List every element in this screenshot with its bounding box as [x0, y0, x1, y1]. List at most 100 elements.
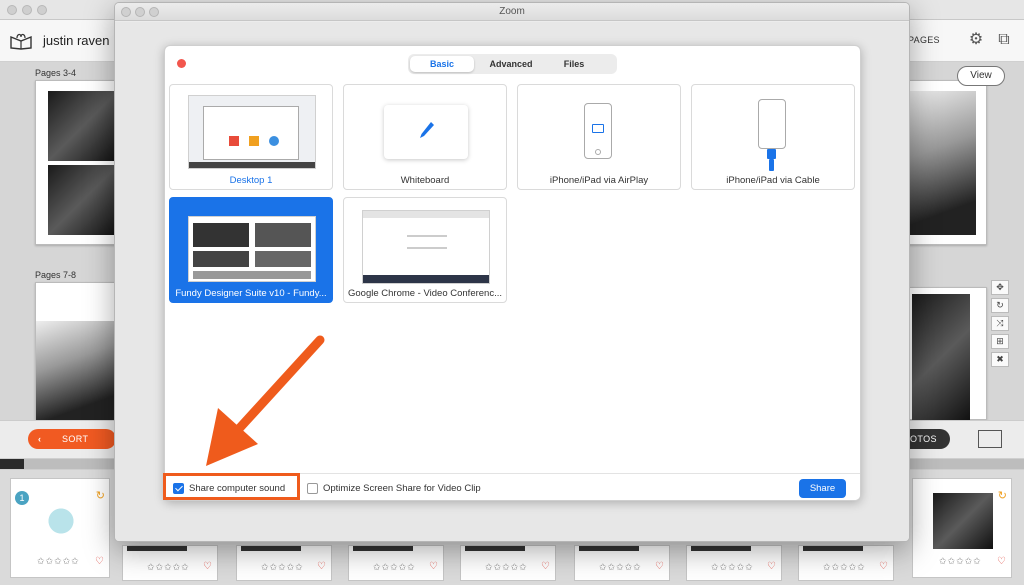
app-username: justin raven [43, 33, 110, 48]
heart-icon[interactable]: ♡ [541, 561, 550, 572]
tile-label: Fundy Designer Suite v10 - Fundy... [175, 288, 327, 299]
optimize-video-checkbox[interactable] [307, 483, 318, 494]
optimize-video-label[interactable]: Optimize Screen Share for Video Clip [323, 483, 481, 494]
preview-toolbar [363, 211, 489, 218]
share-tile-desktop[interactable]: Desktop 1 [169, 84, 333, 190]
small-film-card[interactable]: ✩✩✩✩✩ ♡ [686, 545, 782, 581]
heart-icon[interactable]: ♡ [95, 556, 104, 567]
tab-advanced[interactable]: Advanced [478, 56, 544, 72]
phone-icon [758, 99, 786, 149]
preview-strip [193, 271, 311, 279]
highlight-box [163, 473, 300, 500]
rotate-icon[interactable]: ↻ [991, 298, 1009, 313]
small-film-card[interactable]: ✩✩✩✩✩ ♡ [574, 545, 670, 581]
rating-stars[interactable]: ✩✩✩✩✩ [823, 562, 866, 573]
shuffle-icon[interactable]: ⤨ [991, 316, 1009, 331]
film-strip-photo [579, 546, 639, 551]
grid-icon[interactable]: ⊞ [991, 334, 1009, 349]
delete-icon[interactable]: ✖ [991, 352, 1009, 367]
share-tile-cable[interactable]: iPhone/iPad via Cable [691, 84, 855, 190]
sort-button[interactable]: ‹ SORT [28, 429, 116, 449]
app-zoom-button[interactable] [37, 5, 47, 15]
heart-icon[interactable]: ♡ [655, 561, 664, 572]
film-card[interactable]: 1 ↻ ✩✩✩✩✩ ♡ [10, 478, 110, 578]
zoom-titlebar: Zoom [115, 3, 909, 21]
heart-icon[interactable]: ♡ [317, 561, 326, 572]
sync-icon: ↻ [997, 490, 1007, 502]
rating-stars[interactable]: ✩✩✩✩✩ [147, 562, 190, 573]
sort-label: SORT [62, 434, 89, 444]
share-tile-fundy[interactable]: Fundy Designer Suite v10 - Fundy... [169, 197, 333, 303]
share-screen-dialog: Basic Advanced Files Desktop 1 Whiteboar… [164, 45, 861, 501]
heart-icon[interactable]: ♡ [767, 561, 776, 572]
rating-stars[interactable]: ✩✩✩✩✩ [711, 562, 754, 573]
move-icon[interactable]: ✥ [991, 280, 1009, 295]
spread-thumbnail-1-right[interactable] [905, 80, 987, 245]
film-strip-photo [691, 546, 751, 551]
preview-window [203, 106, 299, 160]
settings-gear-icon[interactable]: ⚙ [966, 30, 986, 50]
photo [48, 165, 118, 235]
cable-icon [769, 159, 774, 171]
small-film-card[interactable]: ✩✩✩✩✩ ♡ [122, 545, 218, 581]
heart-icon[interactable]: ♡ [429, 561, 438, 572]
tile-label: Google Chrome - Video Conferenc... [347, 288, 503, 299]
app-close-button[interactable] [7, 5, 17, 15]
tile-label: Desktop 1 [229, 175, 273, 186]
preview-text [407, 235, 447, 249]
film-number-badge: 1 [15, 491, 29, 505]
rating-stars[interactable]: ✩✩✩✩✩ [485, 562, 528, 573]
film-card[interactable]: ↻ ✩✩✩✩✩ ♡ [912, 478, 1012, 578]
preview-photo [193, 223, 249, 247]
view-button[interactable]: View [957, 66, 1005, 86]
preview-icon [269, 136, 279, 146]
export-icon[interactable] [978, 430, 1002, 448]
rating-stars[interactable]: ✩✩✩✩✩ [261, 562, 304, 573]
airplay-icon [592, 124, 604, 133]
spread-thumbnail-1[interactable] [35, 80, 118, 245]
tab-basic[interactable]: Basic [410, 56, 474, 72]
chevron-left-icon: ‹ [38, 434, 41, 444]
preview-photo [193, 251, 249, 267]
rating-stars[interactable]: ✩✩✩✩✩ [373, 562, 416, 573]
logo-thumbnail [31, 493, 91, 549]
dialog-close-button[interactable] [177, 59, 186, 68]
tile-label: Whiteboard [400, 175, 450, 186]
heart-icon[interactable]: ♡ [203, 561, 212, 572]
tile-label: iPhone/iPad via AirPlay [549, 175, 649, 186]
photo [48, 91, 118, 161]
phone-home-button [595, 149, 601, 155]
external-link-icon[interactable]: ⧉ [994, 30, 1014, 50]
share-tile-chrome[interactable]: Google Chrome - Video Conferenc... [343, 197, 507, 303]
small-film-card[interactable]: ✩✩✩✩✩ ♡ [798, 545, 894, 581]
spread-thumbnail-2-right[interactable] [905, 287, 987, 421]
pencil-icon [420, 122, 434, 138]
photo-thumbnail [933, 493, 993, 549]
small-film-card[interactable]: ✩✩✩✩✩ ♡ [348, 545, 444, 581]
tab-files[interactable]: Files [548, 56, 600, 72]
share-tile-whiteboard[interactable]: Whiteboard [343, 84, 507, 190]
preview-icon [229, 136, 239, 146]
cable-connector-icon [767, 149, 776, 159]
photo [912, 294, 970, 421]
film-strip-photo [241, 546, 301, 551]
pages-tab[interactable]: PAGES [908, 35, 940, 45]
rating-stars[interactable]: ✩✩✩✩✩ [37, 556, 80, 567]
rating-stars[interactable]: ✩✩✩✩✩ [599, 562, 642, 573]
heart-icon[interactable]: ♡ [879, 561, 888, 572]
phone-icon [584, 103, 612, 159]
preview-icon [249, 136, 259, 146]
sync-icon: ↻ [95, 490, 105, 502]
book-logo-icon [10, 33, 32, 50]
spread-thumbnail-2[interactable] [35, 282, 118, 421]
film-strip-photo [465, 546, 525, 551]
small-film-card[interactable]: ✩✩✩✩✩ ♡ [460, 545, 556, 581]
chrome-preview [362, 210, 490, 284]
small-film-card[interactable]: ✩✩✩✩✩ ♡ [236, 545, 332, 581]
app-minimize-button[interactable] [22, 5, 32, 15]
share-tile-airplay[interactable]: iPhone/iPad via AirPlay [517, 84, 681, 190]
rating-stars[interactable]: ✩✩✩✩✩ [939, 556, 982, 567]
film-strip-photo [803, 546, 863, 551]
share-button[interactable]: Share [799, 479, 846, 498]
heart-icon[interactable]: ♡ [997, 556, 1006, 567]
